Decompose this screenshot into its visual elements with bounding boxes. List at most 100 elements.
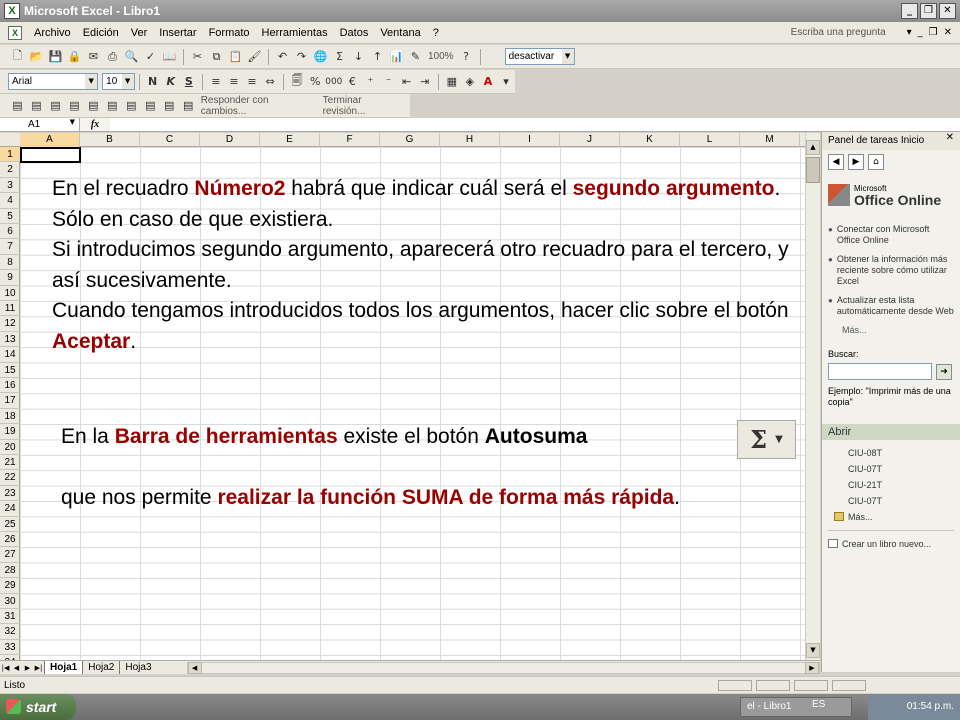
- decrease-indent-icon[interactable]: ⇤: [399, 73, 415, 90]
- redo-icon[interactable]: ↷: [293, 48, 310, 65]
- menu-datos[interactable]: Datos: [334, 27, 375, 39]
- row-header[interactable]: 23: [0, 486, 20, 502]
- doc-restore-icon[interactable]: ❐: [929, 27, 938, 38]
- scroll-right-icon[interactable]: ▶: [805, 661, 819, 674]
- close-button[interactable]: ✕: [939, 3, 956, 19]
- print-preview-icon[interactable]: 🔍: [123, 48, 140, 65]
- currency-style-icon[interactable]: 🗐: [289, 73, 305, 90]
- row-header[interactable]: 32: [0, 624, 20, 640]
- menu-ventana[interactable]: Ventana: [374, 27, 426, 39]
- zoom-combo[interactable]: 100%: [425, 51, 457, 62]
- scroll-down-icon[interactable]: ▼: [806, 643, 820, 658]
- recent-file[interactable]: CIU-07T: [848, 464, 954, 474]
- row-header[interactable]: 26: [0, 532, 20, 548]
- tab-hoja1[interactable]: Hoja1: [44, 661, 83, 674]
- vertical-scrollbar[interactable]: ▲ ▼: [805, 133, 820, 660]
- dropdown-arrow-icon[interactable]: ▼: [121, 74, 134, 89]
- format-painter-icon[interactable]: 🖌: [246, 48, 263, 65]
- increase-decimal-icon[interactable]: ⁺: [362, 73, 378, 90]
- tab-hoja2[interactable]: Hoja2: [82, 661, 119, 674]
- borders-icon[interactable]: ▦: [444, 73, 460, 90]
- taskbar-excel-button[interactable]: el - Libro1: [740, 697, 852, 717]
- print-icon[interactable]: ⎙: [104, 48, 121, 65]
- formula-input[interactable]: [110, 118, 960, 131]
- email-icon[interactable]: ✉: [85, 48, 102, 65]
- row-header[interactable]: 14: [0, 347, 20, 363]
- menu-edicion[interactable]: Edición: [77, 27, 125, 39]
- review-icon[interactable]: ▤: [161, 97, 178, 114]
- doc-minimize-icon[interactable]: _: [918, 27, 923, 38]
- column-header[interactable]: M: [740, 133, 800, 147]
- scroll-left-icon[interactable]: ◀: [187, 661, 202, 674]
- review-icon[interactable]: ▤: [9, 97, 26, 114]
- row-header[interactable]: 15: [0, 363, 20, 378]
- row-header[interactable]: 20: [0, 440, 20, 455]
- new-workbook-link[interactable]: Crear un libro nuevo...: [828, 539, 960, 549]
- help-question-input[interactable]: Escriba una pregunta: [791, 25, 901, 40]
- forward-icon[interactable]: ▶: [848, 154, 864, 170]
- list-item[interactable]: ● Actualizar esta lista automáticamente d…: [828, 295, 954, 317]
- column-header[interactable]: F: [320, 133, 380, 147]
- more-link[interactable]: Más...: [842, 325, 954, 335]
- column-header[interactable]: G: [380, 133, 440, 147]
- row-header[interactable]: 8: [0, 255, 20, 271]
- recent-file[interactable]: CIU-07T: [848, 496, 954, 506]
- row-header[interactable]: 22: [0, 470, 20, 486]
- row-header[interactable]: 12: [0, 316, 20, 332]
- help-icon[interactable]: ?: [458, 48, 475, 65]
- review-icon[interactable]: ▤: [180, 97, 197, 114]
- start-button[interactable]: start: [0, 694, 76, 720]
- search-go-icon[interactable]: ➜: [936, 363, 952, 380]
- sort-asc-icon[interactable]: ↓: [350, 48, 367, 65]
- cut-icon[interactable]: ✂: [189, 48, 206, 65]
- dropdown-arrow-icon[interactable]: ▼: [85, 74, 98, 89]
- row-header[interactable]: 27: [0, 547, 20, 563]
- more-files-link[interactable]: Más...: [834, 512, 954, 522]
- dropdown-arrow-icon[interactable]: ▼: [70, 118, 75, 126]
- link-connect[interactable]: Conectar con Microsoft Office Online: [837, 224, 954, 246]
- column-header[interactable]: D: [200, 133, 260, 147]
- font-combo[interactable]: Arial ▼: [8, 73, 99, 90]
- menu-formato[interactable]: Formato: [203, 27, 256, 39]
- link-update-list[interactable]: Actualizar esta lista automáticamente de…: [837, 295, 954, 317]
- undo-icon[interactable]: ↶: [274, 48, 291, 65]
- euro-button[interactable]: €: [344, 73, 360, 90]
- task-pane-title[interactable]: Panel de tareas Inicio: [828, 135, 924, 146]
- column-header[interactable]: E: [260, 133, 320, 147]
- row-header[interactable]: 6: [0, 224, 20, 240]
- close-icon[interactable]: ✕: [946, 132, 954, 143]
- horizontal-scrollbar[interactable]: ◀ ▶: [186, 661, 820, 674]
- chart-icon[interactable]: 📊: [388, 48, 405, 65]
- link-latest-info[interactable]: Obtener la información más reciente sobr…: [837, 254, 954, 287]
- column-header[interactable]: L: [680, 133, 740, 147]
- row-header[interactable]: 17: [0, 393, 20, 409]
- fill-color-icon[interactable]: ◈: [462, 73, 478, 90]
- row-header[interactable]: 24: [0, 501, 20, 517]
- drawing-icon[interactable]: ✎: [407, 48, 424, 65]
- autosum-icon[interactable]: Σ: [331, 48, 348, 65]
- menu-ver[interactable]: Ver: [125, 27, 154, 39]
- percent-button[interactable]: %: [307, 73, 323, 90]
- home-icon[interactable]: ⌂: [868, 154, 884, 170]
- copy-icon[interactable]: ⧉: [208, 48, 225, 65]
- next-sheet-icon[interactable]: ▶: [22, 664, 33, 672]
- font-color-icon[interactable]: A: [480, 73, 496, 90]
- hyperlink-icon[interactable]: 🌐: [312, 48, 329, 65]
- row-header[interactable]: 11: [0, 301, 20, 317]
- end-review-button[interactable]: Terminar revisión...: [320, 95, 410, 117]
- column-header[interactable]: J: [560, 133, 620, 147]
- row-header[interactable]: 5: [0, 209, 20, 224]
- row-header[interactable]: 10: [0, 286, 20, 301]
- prev-sheet-icon[interactable]: ◀: [11, 664, 22, 672]
- search-input[interactable]: [828, 363, 932, 380]
- workbook-icon[interactable]: X: [8, 25, 22, 40]
- column-header[interactable]: K: [620, 133, 680, 147]
- active-cell[interactable]: [20, 147, 81, 163]
- save-icon[interactable]: 💾: [47, 48, 64, 65]
- review-icon[interactable]: ▤: [123, 97, 140, 114]
- name-box[interactable]: A1 ▼: [0, 118, 80, 131]
- row-header[interactable]: 16: [0, 378, 20, 394]
- row-header[interactable]: 9: [0, 270, 20, 286]
- row-header[interactable]: 3: [0, 178, 20, 194]
- review-icon[interactable]: ▤: [85, 97, 102, 114]
